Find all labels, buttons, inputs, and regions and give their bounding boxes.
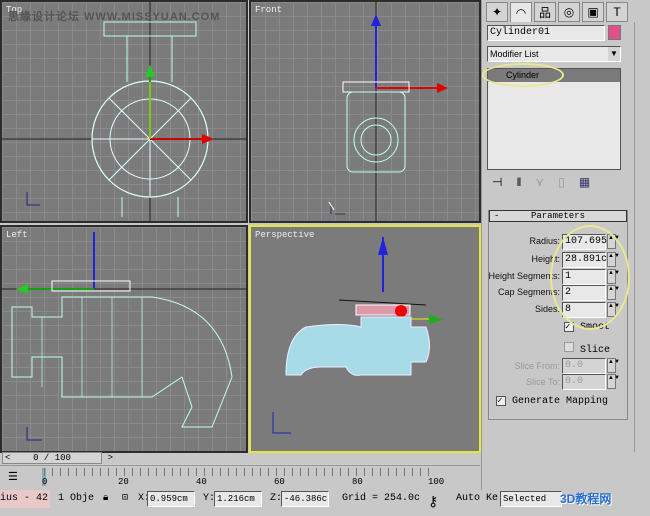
perspective-model <box>272 237 443 434</box>
chevron-down-icon: ▼ <box>608 47 620 61</box>
watermark: 思缘设计论坛 WWW.MISSYUAN.COM <box>8 11 221 23</box>
slice-from-input[interactable]: 0.0 <box>562 358 606 374</box>
top-wireframe <box>2 2 246 221</box>
curve-editor-icon[interactable]: ☰ <box>8 470 18 483</box>
slice-checkbox[interactable]: Slice <box>564 342 610 356</box>
tick-label: 0 <box>42 477 48 487</box>
generate-mapping-label: Generate Mapping <box>512 396 609 407</box>
key-icon[interactable]: ⚷ <box>428 494 438 511</box>
radius-label: Radius: <box>529 236 560 246</box>
object-color-swatch[interactable] <box>608 25 621 40</box>
viewport-label: Perspective <box>255 230 315 240</box>
track-bar[interactable]: ☰ 0 20 40 60 80 100 <box>0 465 480 489</box>
viewport-label: Left <box>6 230 28 240</box>
tick-label: 100 <box>428 477 445 487</box>
show-end-result-icon[interactable]: ‖ <box>516 175 521 189</box>
slice-to-spinner[interactable]: ▲▼ <box>607 374 620 389</box>
cap-segments-label: Cap Segments: <box>497 287 560 297</box>
auto-key-button[interactable]: Auto Ke <box>456 493 498 504</box>
panel-scrollbar[interactable] <box>634 22 650 452</box>
prev-frame-button[interactable]: < <box>5 453 10 463</box>
make-unique-icon[interactable]: ⋎ <box>535 175 544 189</box>
status-bar: ius - 42 1 Obje 🔒︎ ⊡ X: 0.959cm Y: 1.216… <box>0 490 650 516</box>
hierarchy-icon[interactable]: 品 <box>534 2 556 22</box>
slice-to-input[interactable]: 0.0 <box>562 374 606 390</box>
viewport-perspective[interactable]: Perspective <box>249 225 481 453</box>
z-coordinate-input[interactable]: -46.386c <box>281 491 329 507</box>
checkmark-icon: ✓ <box>496 396 506 406</box>
tick-label: 60 <box>274 477 285 487</box>
slice-from-label: Slice From: <box>514 361 560 371</box>
display-icon[interactable]: ▣ <box>582 2 604 22</box>
left-wireframe <box>2 232 246 441</box>
frame-counter: 0 / 100 <box>33 453 71 463</box>
command-panel: ✦ ◠ 品 ◎ ▣ T Cylinder01 Modifier List ▼ Cy… <box>481 0 650 490</box>
object-name-input[interactable]: Cylinder01 <box>487 25 605 41</box>
viewport-left[interactable]: Left <box>0 225 248 453</box>
time-slider[interactable]: <0 / 100 > <box>2 452 113 464</box>
modify-icon[interactable]: ◠ <box>510 2 532 22</box>
viewport-label: Front <box>255 5 283 15</box>
tick-label: 20 <box>118 477 129 487</box>
tick-label: 40 <box>196 477 207 487</box>
selection-count: 1 Obje <box>58 493 95 504</box>
modifier-list-label: Modifier List <box>490 49 539 59</box>
lock-icon[interactable]: 🔒︎ <box>103 492 108 504</box>
next-frame-button[interactable]: > <box>108 453 113 463</box>
pin-stack-icon[interactable]: ⊣ <box>492 175 502 189</box>
slice-from-spinner[interactable]: ▲▼ <box>607 358 620 373</box>
configure-sets-icon[interactable]: ▦ <box>579 175 590 189</box>
rollout-title: Parameters <box>530 211 585 221</box>
parameters-header[interactable]: - Parameters <box>489 210 627 222</box>
height-label: Height: <box>531 254 560 264</box>
utilities-icon[interactable]: T <box>606 2 628 22</box>
height-segments-label: Height Segments: <box>488 271 560 281</box>
slice-label: Slice <box>580 345 611 356</box>
x-coordinate-input[interactable]: 0.959cm <box>147 491 195 507</box>
selected-dropdown[interactable]: Selected <box>500 491 562 507</box>
collapse-icon: - <box>494 211 500 221</box>
highlight-ellipse <box>482 63 564 87</box>
remove-modifier-icon[interactable]: ▯ <box>558 175 565 189</box>
grid-size: Grid = 254.0c <box>342 493 421 504</box>
front-wireframe <box>328 2 448 221</box>
generate-mapping-checkbox[interactable]: ✓ Generate Mapping <box>496 396 608 407</box>
viewport-front[interactable]: Front <box>249 0 481 223</box>
site-logo: 3D教程网 <box>560 492 612 506</box>
tick-label: 80 <box>352 477 363 487</box>
modifier-list-dropdown[interactable]: Modifier List ▼ <box>487 46 621 62</box>
viewport-top[interactable]: Top 思缘设计论坛 WWW.MISSYUAN.COM <box>0 0 248 223</box>
absolute-mode-icon[interactable]: ⊡ <box>122 492 128 504</box>
highlight-ellipse <box>550 225 630 330</box>
y-coordinate-input[interactable]: 1.216cm <box>214 491 262 507</box>
slice-to-label: Slice To: <box>526 377 560 387</box>
track-ticks <box>44 468 436 476</box>
sides-label: Sides: <box>534 304 560 314</box>
create-icon[interactable]: ✦ <box>486 2 508 22</box>
maxscript-listener[interactable]: ius - 42 <box>0 490 50 508</box>
motion-icon[interactable]: ◎ <box>558 2 580 22</box>
